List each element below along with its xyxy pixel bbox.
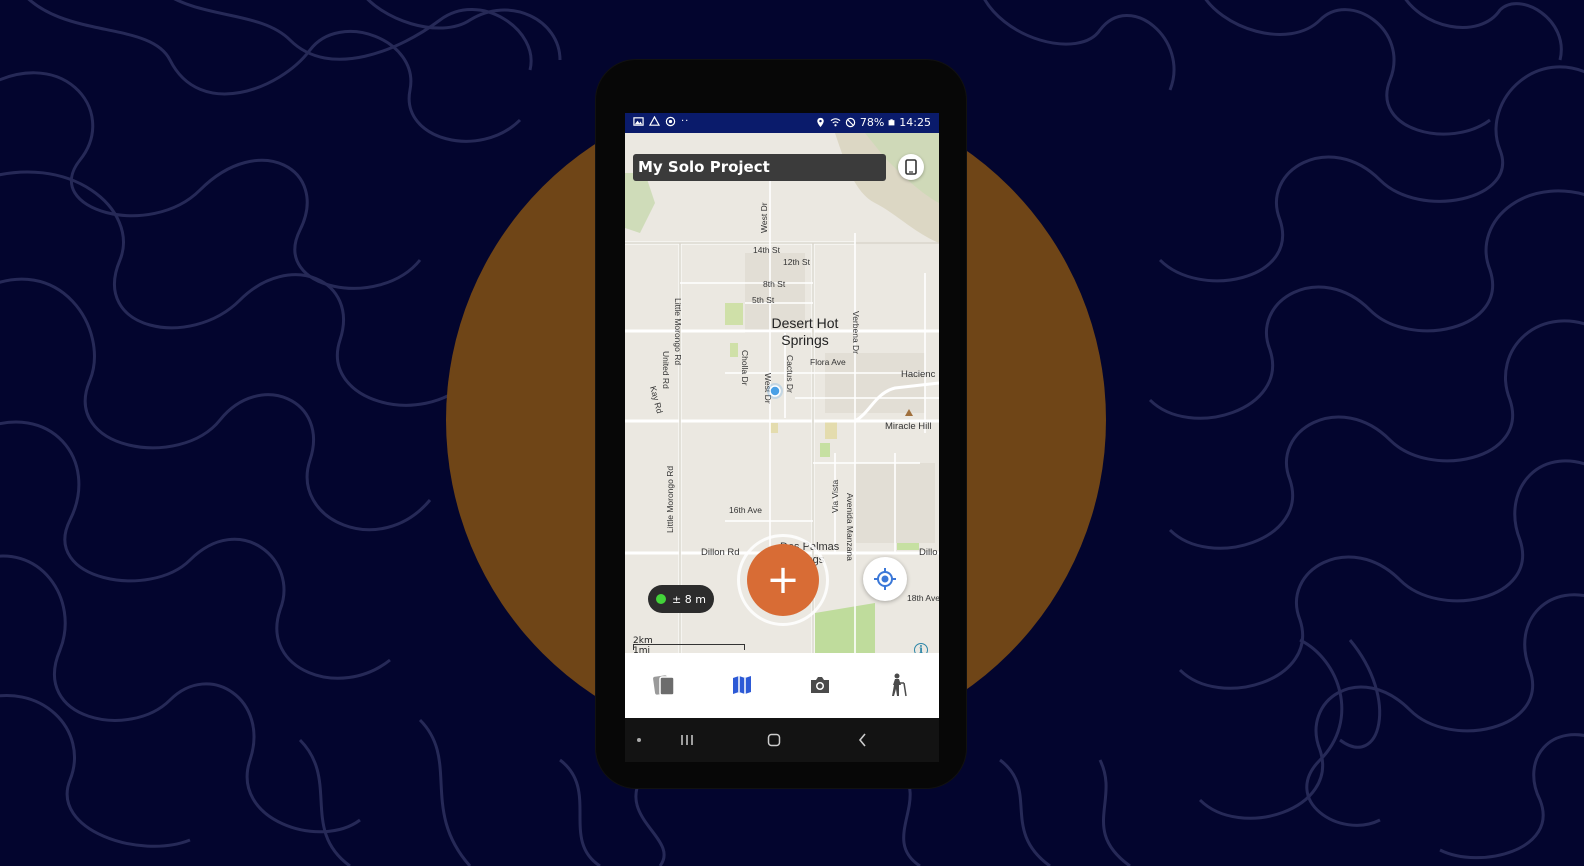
- label-dillon-rd: Dillon Rd: [701, 547, 740, 558]
- map-attribution-info-button[interactable]: i: [914, 643, 928, 653]
- label-little-morongo-south: Little Morongo Rd: [665, 466, 675, 533]
- label-5th-st: 5th St: [752, 295, 775, 305]
- clock: 14:25: [899, 116, 931, 129]
- camera-icon: [811, 677, 829, 693]
- map-icon: [733, 676, 751, 694]
- label-little-morongo-north: Little Morongo Rd: [673, 298, 683, 365]
- recent-apps-button[interactable]: [677, 730, 697, 750]
- battery-icon: [888, 119, 895, 126]
- phone-screen: ·· 78% 14:25 14th St 12th St 8th St 5th …: [625, 113, 939, 762]
- image-icon: [633, 117, 644, 126]
- home-button[interactable]: [764, 730, 784, 750]
- label-avenida-manzana: Avenida Manzana: [845, 493, 855, 561]
- phone-icon: [905, 159, 917, 175]
- recent-apps-icon: [681, 735, 693, 745]
- gps-status-dot: [656, 594, 667, 604]
- label-flora-ave: Flora Ave: [810, 357, 846, 367]
- tab-camera[interactable]: [805, 670, 835, 700]
- location-pin-icon: [817, 117, 824, 128]
- add-observation-button[interactable]: +: [747, 544, 819, 616]
- sync-icon: [665, 116, 676, 127]
- label-cactus-dr: Cactus Dr: [785, 355, 795, 393]
- plus-icon: +: [766, 557, 800, 603]
- wifi-icon: [830, 118, 841, 127]
- label-dillo-partial: Dillo: [919, 547, 937, 558]
- tab-projects[interactable]: [649, 670, 679, 700]
- user-location-dot: [769, 385, 781, 397]
- status-bar: ·· 78% 14:25: [625, 113, 939, 133]
- tab-map[interactable]: [727, 670, 757, 700]
- bottom-tab-bar: [625, 653, 939, 718]
- map-scale: 2km 1mi: [633, 636, 745, 653]
- gps-accuracy-text: ± 8 m: [672, 592, 706, 606]
- label-14th-st: 14th St: [753, 245, 781, 255]
- project-title[interactable]: My Solo Project: [633, 154, 886, 181]
- label-hacienda: Hacienc: [901, 369, 936, 380]
- city-label-line2: Springs: [781, 332, 828, 348]
- crosshair-icon: [874, 568, 896, 590]
- android-nav-bar: [625, 718, 939, 762]
- label-cholla-dr: Cholla Dr: [740, 350, 750, 386]
- scale-mi-label: 1mi: [633, 646, 650, 653]
- label-verbena-dr: Verbena Dr: [851, 311, 861, 354]
- drive-icon: [649, 116, 660, 126]
- gps-accuracy-chip[interactable]: ± 8 m: [648, 585, 714, 613]
- home-icon: [767, 733, 781, 747]
- battery-percent: 78%: [859, 116, 885, 129]
- back-icon: [858, 733, 866, 747]
- label-via-vista: Via Vista: [830, 479, 840, 513]
- label-12th-st: 12th St: [783, 257, 811, 267]
- label-8th-st: 8th St: [763, 279, 786, 289]
- label-west-dr-north: West Dr: [759, 202, 769, 233]
- do-not-disturb-icon: [845, 117, 856, 128]
- label-kay-rd: Kay Rd: [648, 385, 665, 415]
- more-dots-icon: ··: [681, 116, 690, 127]
- nav-dot: [629, 730, 649, 750]
- locate-me-button[interactable]: [863, 557, 907, 601]
- label-16th-ave: 16th Ave: [729, 505, 762, 515]
- label-18th-ave: 18th Ave: [907, 593, 939, 603]
- city-label-line1: Desert Hot: [772, 315, 839, 331]
- label-united-rd: United Rd: [661, 351, 671, 389]
- device-button[interactable]: [898, 154, 924, 180]
- tab-hike[interactable]: [883, 670, 913, 700]
- back-button[interactable]: [853, 730, 873, 750]
- cards-icon: [653, 675, 675, 696]
- hiker-icon: [892, 673, 907, 697]
- label-miracle-hill: Miracle Hill: [885, 421, 931, 432]
